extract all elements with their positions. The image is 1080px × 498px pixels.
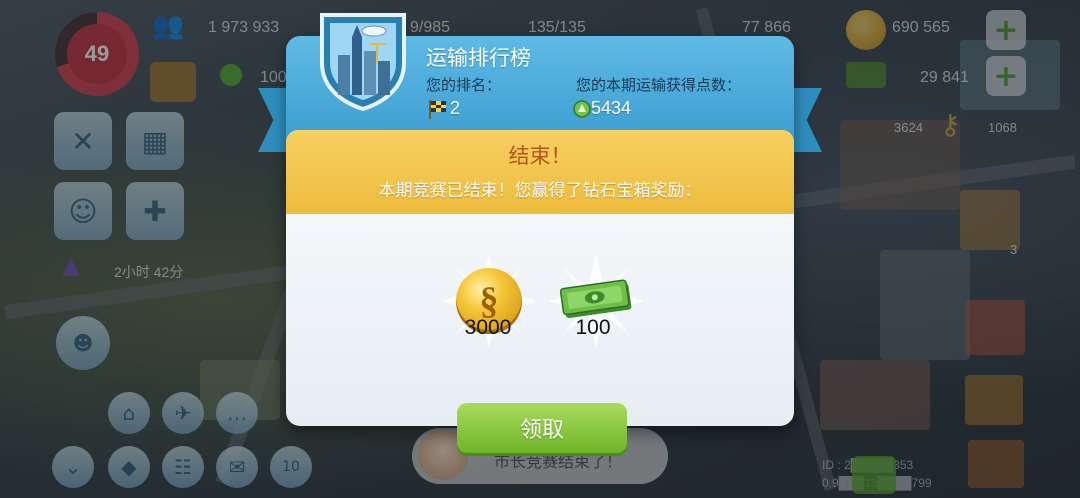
- rank-label: 您的排名：: [426, 76, 502, 94]
- points-value: 5434: [591, 98, 632, 118]
- transport-points-icon: [573, 100, 591, 118]
- city-shield-icon: [320, 13, 406, 111]
- checkered-flag-icon: [429, 100, 446, 119]
- points-label: 您的本期运输获得点数：: [576, 76, 742, 94]
- rank-value: 2: [450, 98, 461, 118]
- banner-title: 结束！: [508, 144, 572, 168]
- simcash-bill-icon: [559, 279, 632, 319]
- reward-amount-simcash: 100: [575, 316, 611, 339]
- dialog-title: 运输排行榜: [426, 46, 531, 70]
- rewards-panel: [286, 214, 794, 426]
- banner-subtitle: 本期竞赛已结束！您赢得了钻石宝箱奖励：: [378, 181, 702, 201]
- reward-amount-simoleons: 3000: [464, 316, 512, 339]
- claim-button[interactable]: 领取: [457, 403, 627, 453]
